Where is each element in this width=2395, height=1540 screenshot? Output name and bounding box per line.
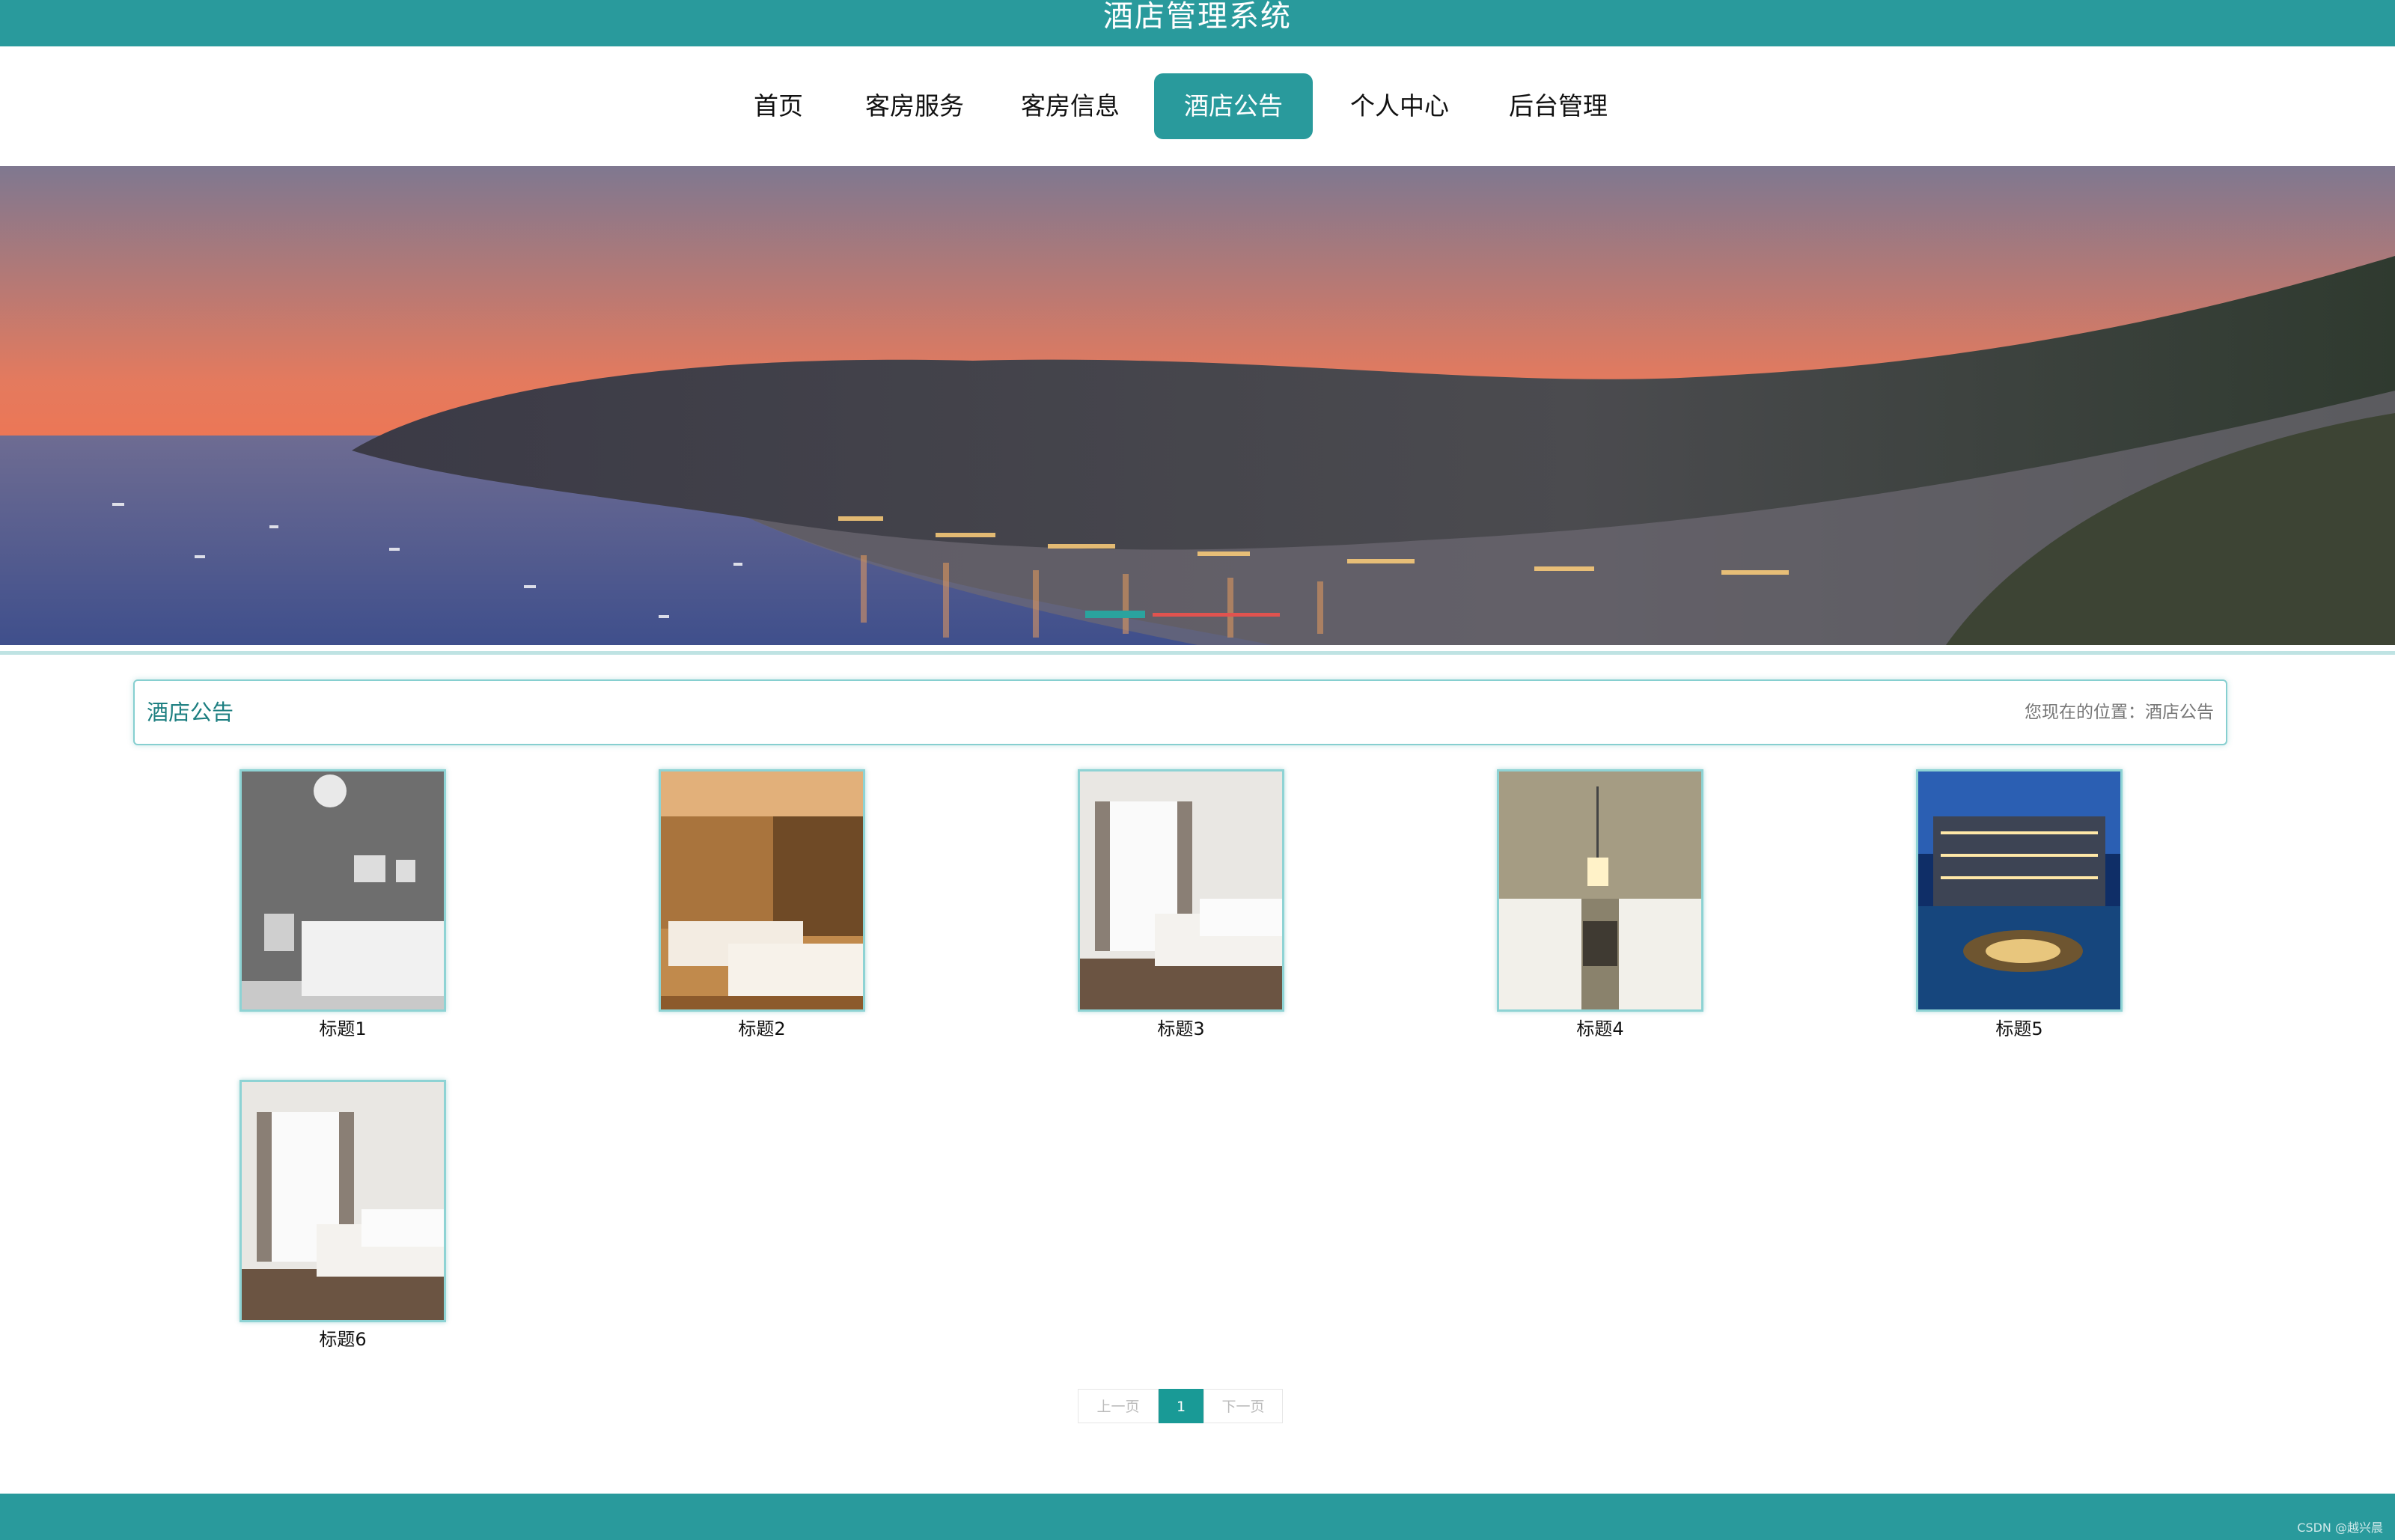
notice-title[interactable]: 标题6 xyxy=(240,1328,446,1351)
banner-divider xyxy=(0,651,2395,655)
section-title: 酒店公告 xyxy=(147,700,234,725)
notice-card[interactable]: 标题2 xyxy=(659,769,865,1040)
notice-image[interactable] xyxy=(659,769,865,1012)
breadcrumb: 您现在的位置：酒店公告 xyxy=(2025,703,2214,722)
banner-image xyxy=(0,166,2395,645)
notice-card[interactable]: 标题3 xyxy=(1078,769,1284,1040)
warm-twin-room-photo xyxy=(661,771,863,1009)
notice-card[interactable]: 标题4 xyxy=(1497,769,1703,1040)
next-page-button[interactable]: 下一页 xyxy=(1203,1389,1283,1423)
nav-item-admin[interactable]: 后台管理 xyxy=(1497,73,1620,139)
notice-card[interactable]: 标题1 xyxy=(240,769,446,1040)
notice-image[interactable] xyxy=(240,769,446,1012)
app-title: 酒店管理系统 xyxy=(1103,0,1292,34)
notice-card[interactable]: 标题5 xyxy=(1916,769,2123,1040)
notice-title[interactable]: 标题1 xyxy=(240,1018,446,1040)
nav-item-room-service[interactable]: 客房服务 xyxy=(853,73,976,139)
gray-bedroom-photo xyxy=(242,771,444,1009)
notice-image[interactable] xyxy=(1078,769,1284,1012)
notice-card[interactable]: 标题6 xyxy=(240,1080,446,1351)
nav-item-home[interactable]: 首页 xyxy=(733,73,823,139)
watermark-text: CSDN @越兴晨 xyxy=(2297,1521,2383,1535)
notice-image[interactable] xyxy=(1916,769,2123,1012)
notice-title[interactable]: 标题2 xyxy=(659,1018,865,1040)
top-bar: 酒店管理系统 xyxy=(0,0,2395,46)
twin-beds-pendant-lamp-photo xyxy=(1499,771,1701,1009)
notice-image[interactable] xyxy=(240,1080,446,1322)
coastal-town-sunset-photo xyxy=(0,166,2395,645)
prev-page-button[interactable]: 上一页 xyxy=(1078,1389,1159,1423)
section-header: 酒店公告 您现在的位置：酒店公告 xyxy=(133,679,2227,745)
hotel-pool-night-photo xyxy=(1918,771,2120,1009)
footer: CSDN @越兴晨 xyxy=(0,1494,2395,1540)
nav-item-room-info[interactable]: 客房信息 xyxy=(1010,73,1130,139)
nav-item-personal-center[interactable]: 个人中心 xyxy=(1340,73,1459,139)
nav-item-hotel-notice[interactable]: 酒店公告 xyxy=(1154,73,1313,139)
notice-title[interactable]: 标题5 xyxy=(1916,1018,2123,1040)
notice-image[interactable] xyxy=(1497,769,1703,1012)
notice-title[interactable]: 标题4 xyxy=(1497,1018,1703,1040)
page-number-button[interactable]: 1 xyxy=(1159,1389,1203,1423)
bright-hotel-room-photo xyxy=(1080,771,1282,1009)
pagination: 上一页 1 下一页 xyxy=(1078,1389,1283,1425)
notice-title[interactable]: 标题3 xyxy=(1078,1018,1284,1040)
main-nav: 首页 客房服务 客房信息 酒店公告 个人中心 后台管理 xyxy=(0,46,2395,166)
bright-hotel-room-photo xyxy=(242,1082,444,1320)
